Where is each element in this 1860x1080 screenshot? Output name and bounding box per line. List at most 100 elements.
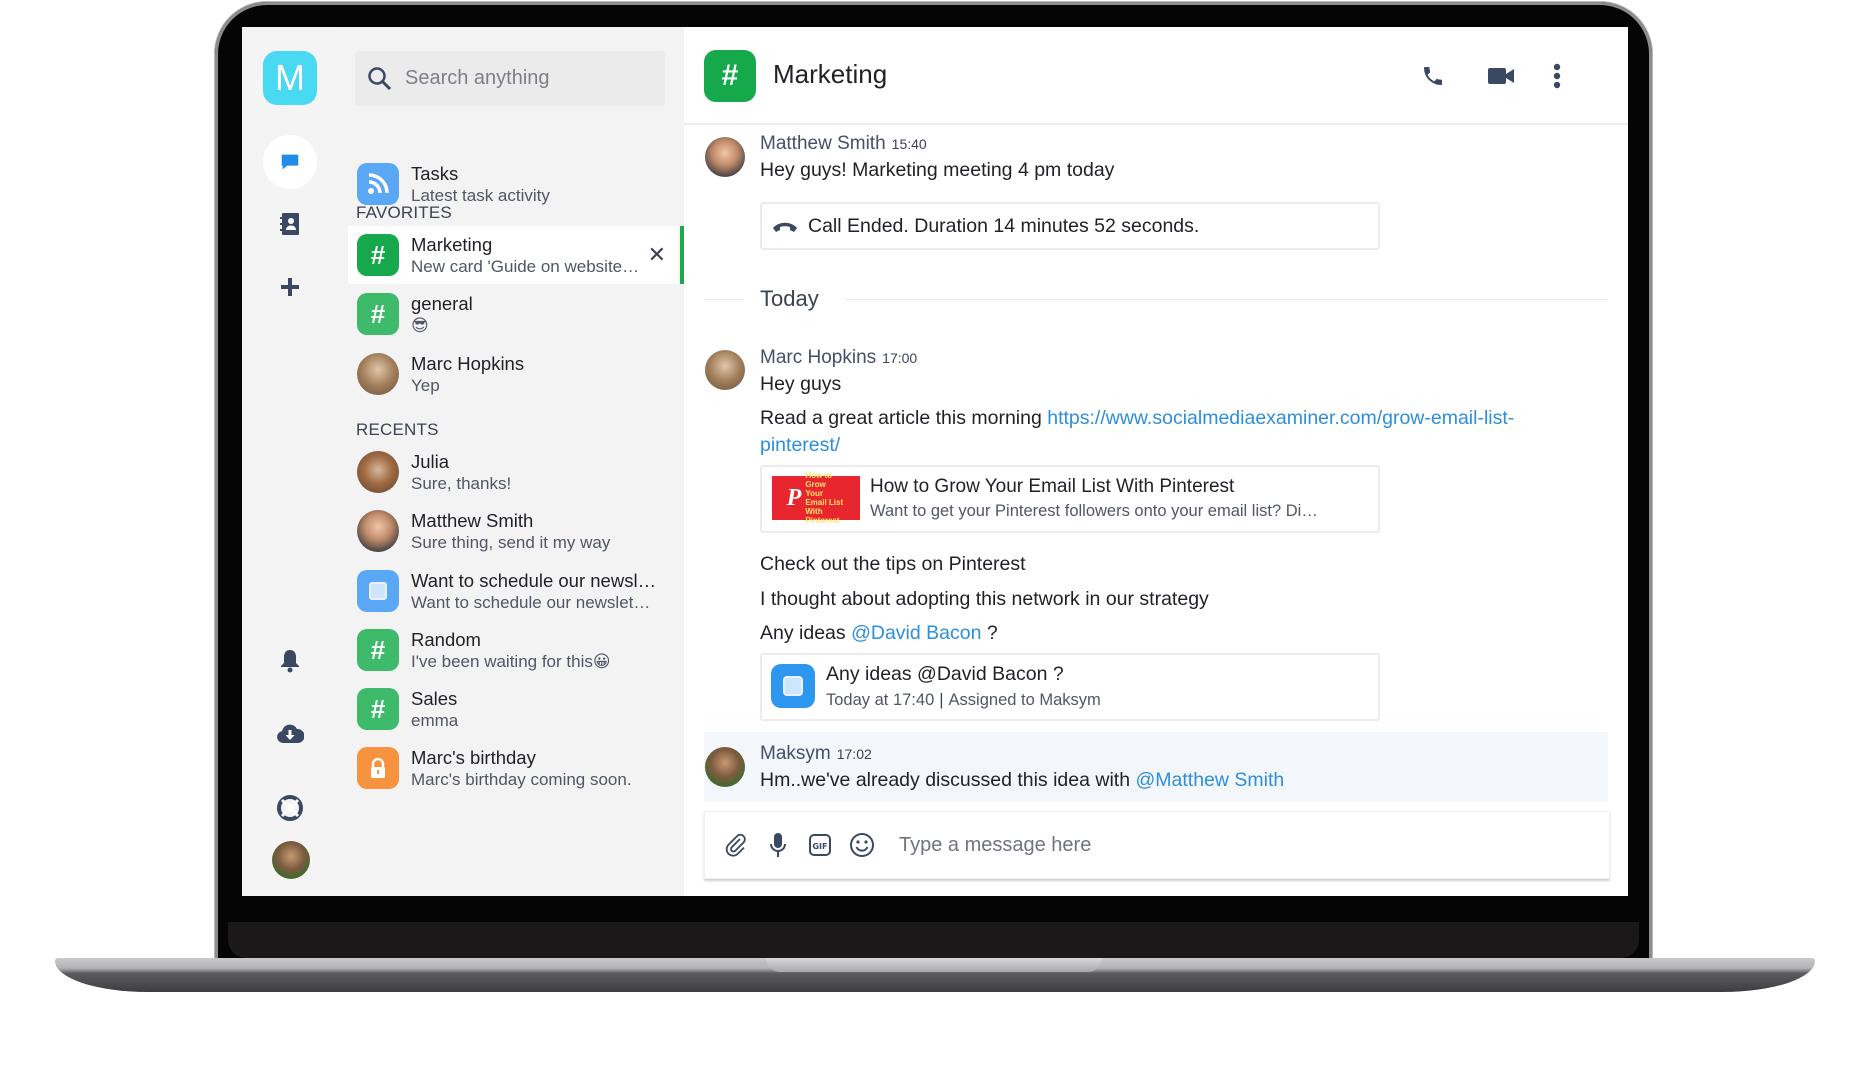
message-text: Read a great article this morning https:… (760, 407, 1514, 430)
item-subtitle: 😎 (411, 315, 429, 335)
voice-button[interactable] (761, 828, 795, 862)
item-subtitle: Marc's birthday coming soon. (411, 769, 632, 789)
date-divider: Today (760, 286, 819, 311)
smiley-icon (850, 833, 874, 857)
hash-icon: # (357, 293, 399, 335)
message-text: Check out the tips on Pinterest (760, 553, 1026, 575)
hash-icon: # (357, 234, 399, 276)
item-title: Want to schedule our newsl… (411, 569, 657, 591)
rail-downloads-button[interactable] (263, 707, 317, 761)
text-part: Hm..we've already discussed this idea wi… (760, 769, 1131, 791)
bell-icon (281, 650, 299, 673)
laptop-notch (766, 958, 1102, 972)
task-assignee: Assigned to Maksym (948, 691, 1101, 709)
article-link[interactable]: https://www.socialmediaexaminer.com/grow… (1047, 407, 1514, 429)
message-avatar[interactable] (705, 137, 745, 177)
rail-help-button[interactable] (263, 781, 317, 835)
search-input[interactable] (403, 66, 637, 91)
link-preview-card[interactable]: P How to Grow Your Email List With Pinte… (760, 465, 1380, 533)
message-time: 15:40 (891, 136, 927, 152)
pinterest-logo-icon: P (786, 484, 802, 511)
item-title: Sales (411, 687, 458, 709)
gif-button[interactable]: GIF (803, 828, 837, 862)
avatar (357, 451, 399, 493)
message-author[interactable]: Matthew Smith 15:40 (760, 133, 927, 155)
text-part: Any ideas (760, 622, 846, 644)
chat-icon (281, 154, 299, 170)
recents-heading: RECENTS (356, 420, 439, 439)
message-author[interactable]: Maksym 17:02 (760, 743, 872, 765)
item-title: Julia (411, 450, 450, 472)
emoji-button[interactable] (845, 828, 879, 862)
recent-item-matthew-smith[interactable]: Matthew Smith Sure thing, send it my way (348, 502, 678, 560)
add-icon (281, 278, 299, 296)
preview-title: How to Grow Your Email List With Pintere… (870, 476, 1235, 497)
preview-thumbnail: P How to Grow Your Email List With Pinte… (772, 471, 860, 525)
message-text: Hm..we've already discussed this idea wi… (760, 769, 1284, 792)
search-icon (368, 66, 392, 90)
more-vertical-icon (1553, 63, 1561, 89)
call-ended-text: Call Ended. Duration 14 minutes 52 secon… (808, 214, 1200, 237)
favorite-item-marc-hopkins[interactable]: Marc Hopkins Yep (348, 345, 678, 403)
recent-item-newsletter-task[interactable]: Want to schedule our newsl… Want to sched… (348, 562, 678, 620)
attach-button[interactable] (719, 828, 753, 862)
item-subtitle: Sure thing, send it my way (411, 532, 611, 552)
avatar (357, 510, 399, 552)
rail-chats-button[interactable] (263, 135, 317, 189)
message-text: I thought about adopting this network in… (760, 588, 1209, 610)
task-card[interactable]: Any ideas @David Bacon ? Today at 17:40 |… (760, 653, 1380, 721)
recent-item-marcs-birthday[interactable]: Marc's birthday Marc's birthday coming so… (348, 739, 678, 797)
author-name: Matthew Smith (760, 133, 886, 154)
divider-line-left (704, 299, 744, 300)
favorites-heading: FAVORITES (356, 203, 452, 222)
message-avatar[interactable] (705, 350, 745, 390)
author-name: Marc Hopkins (760, 347, 877, 368)
recent-item-random[interactable]: # Random I've been waiting for this😀 (348, 621, 678, 679)
search-box[interactable] (355, 51, 665, 106)
text-part: Read a great article this morning (760, 407, 1042, 429)
message-avatar[interactable] (705, 747, 745, 787)
lifebuoy-icon (277, 795, 303, 821)
mention-link[interactable]: @David Bacon (851, 622, 981, 644)
task-meta: Today at 17:40 | Assigned to Maksym (826, 691, 1101, 709)
message-time: 17:00 (882, 350, 918, 366)
gif-icon: GIF (809, 834, 831, 856)
message-text: Hey guys! Marketing meeting 4 pm today (760, 159, 1115, 181)
message-input[interactable] (897, 832, 1501, 858)
message-composer: GIF (704, 811, 1610, 879)
recent-item-julia[interactable]: Julia Sure, thanks! (348, 443, 678, 501)
task-icon (771, 664, 815, 708)
message-author[interactable]: Marc Hopkins 17:00 (760, 347, 917, 369)
lock-icon (357, 747, 399, 789)
task-title: Any ideas @David Bacon ? (826, 663, 1064, 685)
laptop-bezel (228, 922, 1639, 958)
microphone-icon (770, 833, 786, 857)
item-title: Matthew Smith (411, 509, 534, 531)
hash-icon: # (704, 50, 756, 102)
close-icon[interactable]: ✕ (648, 242, 666, 268)
chat-pane: # Marketing Matthew Smith 15:40 Hey guys!… (684, 27, 1628, 896)
call-button[interactable] (1416, 59, 1450, 93)
workspace-logo[interactable]: M (263, 51, 317, 105)
video-call-button[interactable] (1484, 59, 1518, 93)
mention-link[interactable]: @Matthew Smith (1135, 769, 1284, 791)
more-options-button[interactable] (1540, 59, 1574, 93)
phone-icon (1424, 67, 1442, 85)
user-avatar[interactable] (272, 841, 310, 879)
rail-notifications-button[interactable] (263, 634, 317, 688)
hang-up-icon (773, 222, 797, 232)
rail-contacts-button[interactable] (263, 197, 317, 251)
item-title: Marc's birthday (411, 746, 536, 768)
item-subtitle: I've been waiting for this😀 (411, 651, 611, 671)
task-time: Today at 17:40 (826, 691, 935, 709)
avatar (357, 353, 399, 395)
favorite-item-marketing[interactable]: # Marketing New card 'Guide on website o…… (348, 226, 684, 284)
article-link-continued[interactable]: pinterest/ (760, 434, 840, 457)
item-title: Random (411, 628, 481, 650)
rail-add-button[interactable] (263, 260, 317, 314)
thumb-caption: How to Grow Your Email List With Pintere… (805, 471, 844, 525)
recent-item-sales[interactable]: # Sales emma (348, 680, 678, 738)
favorite-item-general[interactable]: # general 😎 (348, 285, 678, 343)
rss-icon (357, 163, 399, 205)
chat-header: # Marketing (684, 27, 1628, 125)
